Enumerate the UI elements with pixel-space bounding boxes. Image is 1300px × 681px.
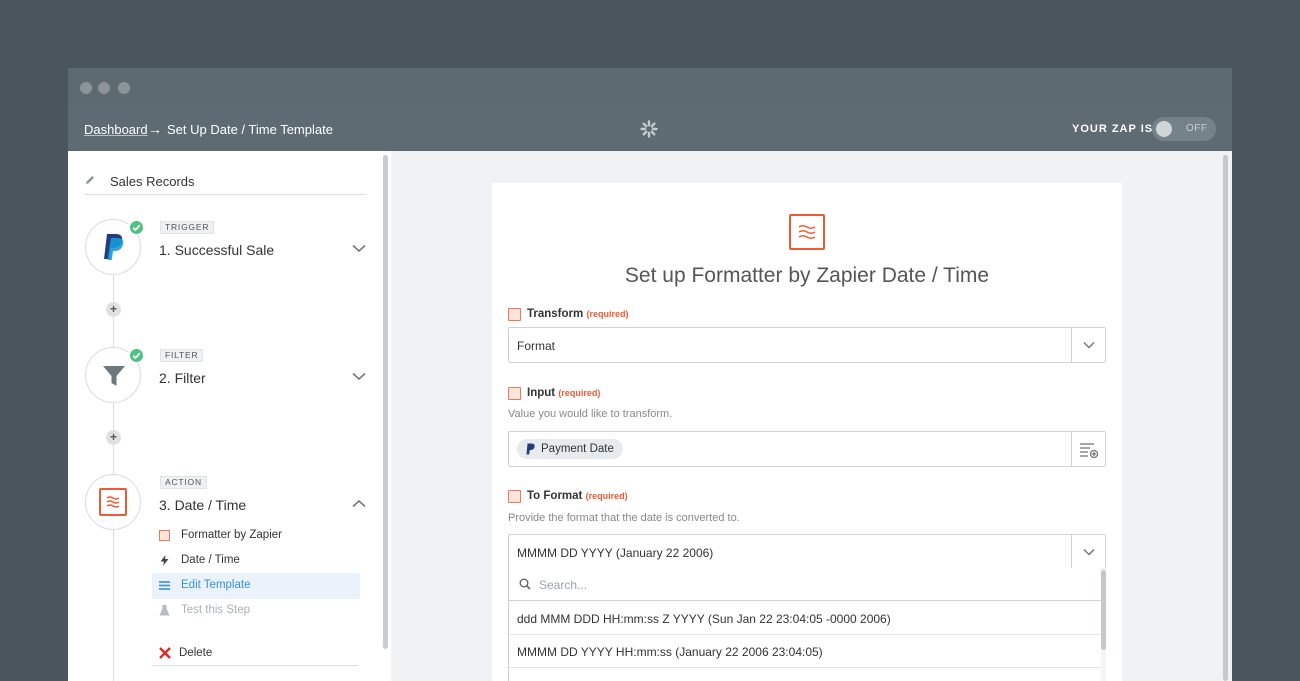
- filter-icon: [103, 366, 125, 386]
- required-badge: (required): [586, 309, 629, 319]
- substep-label: Date / Time: [181, 554, 240, 566]
- option-label: MMMM DD YYYY HH:mm:ss (January 22 2006 2…: [517, 645, 823, 659]
- zapier-logo-icon: [640, 120, 658, 138]
- to-format-label-text: To Format: [527, 490, 583, 502]
- card-title: Set up Formatter by Zapier Date / Time: [624, 264, 990, 287]
- chevron-down-icon: [1083, 341, 1095, 349]
- window-maximize-dot[interactable]: [118, 82, 130, 94]
- substep-choose-action[interactable]: Date / Time: [152, 548, 360, 574]
- step-3-tag: ACTION: [160, 476, 207, 489]
- step-3-icon-circle[interactable]: [85, 474, 141, 530]
- main-scrollbar[interactable]: [1223, 155, 1228, 681]
- substep-edit-template[interactable]: Edit Template: [152, 573, 360, 599]
- token-label: Payment Date: [541, 443, 614, 455]
- formatter-icon: [508, 308, 521, 321]
- transform-select[interactable]: Format: [508, 327, 1106, 363]
- toggle-knob: [1156, 121, 1172, 137]
- delete-step-button[interactable]: Delete: [152, 639, 358, 666]
- transform-value: Format: [517, 339, 556, 353]
- list-icon: [159, 581, 170, 590]
- paypal-icon: [104, 234, 124, 260]
- formatter-icon: [508, 490, 521, 503]
- substep-test-step[interactable]: Test this Step: [152, 598, 360, 624]
- step-1-tag: TRIGGER: [160, 221, 215, 234]
- window-titlebar: [68, 68, 1232, 107]
- formatter-icon: [508, 387, 521, 400]
- step-2-tag: FILTER: [160, 349, 204, 362]
- dropdown-scrollbar[interactable]: [1101, 568, 1106, 681]
- insert-data-button[interactable]: [1071, 432, 1105, 466]
- zap-on-off-toggle[interactable]: OFF: [1152, 117, 1216, 141]
- formatter-app-icon: [789, 214, 825, 250]
- dropdown-option[interactable]: ddd MMM DDD HH:mm:ss Z YYYY (Sun Jan 22 …: [509, 602, 1101, 635]
- step-2-chevron-down-icon[interactable]: [352, 372, 366, 381]
- breadcrumb-dashboard-link[interactable]: Dashboard: [84, 122, 148, 137]
- steps-connector-line-bottom: [113, 618, 114, 681]
- dropdown-search-input[interactable]: [539, 575, 939, 595]
- to-format-dropdown-menu: ddd MMM DDD HH:mm:ss Z YYYY (Sun Jan 22 …: [508, 568, 1106, 681]
- sidebar-scrollbar[interactable]: [383, 155, 388, 649]
- add-step-button-2[interactable]: +: [106, 430, 121, 445]
- input-label: Input (required): [527, 387, 600, 399]
- required-badge: (required): [558, 388, 601, 398]
- toggle-state-text: OFF: [1186, 123, 1208, 134]
- dropdown-search: [509, 568, 1101, 601]
- bolt-icon: [160, 555, 169, 566]
- search-icon: [519, 578, 531, 590]
- breadcrumb-current-page: Set Up Date / Time Template: [167, 122, 333, 137]
- step-1-title[interactable]: 1. Successful Sale: [159, 242, 274, 258]
- payment-date-token[interactable]: Payment Date: [517, 439, 623, 459]
- option-label: ddd MMM DDD HH:mm:ss Z YYYY (Sun Jan 22 …: [517, 612, 891, 626]
- formatter-icon: [159, 530, 170, 541]
- substep-choose-app[interactable]: Formatter by Zapier: [152, 523, 360, 549]
- step-2-title[interactable]: 2. Filter: [159, 370, 206, 386]
- input-label-text: Input: [527, 387, 556, 399]
- step-1-chevron-down-icon[interactable]: [352, 244, 366, 253]
- steps-sidebar: Sales Records TRIGGER 1. Successful Sale…: [68, 151, 391, 681]
- to-format-label: To Format (required): [527, 490, 628, 502]
- substep-label: Test this Step: [181, 604, 251, 616]
- input-help-text: Value you would like to transform.: [508, 408, 673, 420]
- add-step-button-1[interactable]: +: [106, 302, 121, 317]
- delete-label: Delete: [179, 647, 213, 659]
- pencil-icon: [86, 176, 94, 184]
- editor-navbar: Dashboard → Set Up Date / Time Template …: [68, 107, 1232, 151]
- to-format-help-text: Provide the format that the date is conv…: [508, 512, 740, 524]
- dropdown-scroll-thumb[interactable]: [1101, 570, 1106, 650]
- step-3-chevron-up-icon[interactable]: [352, 499, 366, 508]
- dropdown-option[interactable]: MMMM DD YYYY HH:mm:ss (January 22 2006 2…: [509, 635, 1101, 668]
- to-format-select[interactable]: MMMM DD YYYY (January 22 2006): [508, 534, 1106, 570]
- paypal-icon: [526, 443, 535, 455]
- to-format-dropdown-button[interactable]: [1071, 535, 1105, 569]
- transform-dropdown-button[interactable]: [1071, 328, 1105, 362]
- step-3-title[interactable]: 3. Date / Time: [159, 497, 246, 513]
- zap-name-field[interactable]: Sales Records: [84, 169, 366, 195]
- required-badge: (required): [585, 491, 628, 501]
- transform-label-text: Transform: [527, 308, 584, 320]
- close-icon: [159, 647, 171, 659]
- insert-field-icon: [1080, 443, 1099, 458]
- to-format-value: MMMM DD YYYY (January 22 2006): [517, 546, 714, 560]
- flask-icon: [159, 605, 170, 616]
- input-field[interactable]: Payment Date: [508, 431, 1106, 467]
- step-1-complete-check-icon: [128, 219, 145, 236]
- zap-status-label: YOUR ZAP IS: [1072, 123, 1154, 135]
- step-config-card: Set up Formatter by Zapier Date / Time T…: [492, 183, 1122, 681]
- app-window: Dashboard → Set Up Date / Time Template …: [68, 68, 1232, 681]
- formatter-icon: [99, 488, 127, 516]
- transform-label: Transform (required): [527, 308, 628, 320]
- step-2-complete-check-icon: [128, 347, 145, 364]
- zap-name: Sales Records: [110, 174, 195, 189]
- window-minimize-dot[interactable]: [98, 82, 110, 94]
- window-close-dot[interactable]: [80, 82, 92, 94]
- breadcrumb-arrow: →: [148, 121, 162, 137]
- steps-connector-line: [113, 272, 114, 618]
- chevron-down-icon: [1083, 548, 1095, 556]
- substep-label: Formatter by Zapier: [181, 529, 282, 541]
- substep-label: Edit Template: [181, 579, 251, 591]
- editor-main-panel: Set up Formatter by Zapier Date / Time T…: [391, 151, 1232, 681]
